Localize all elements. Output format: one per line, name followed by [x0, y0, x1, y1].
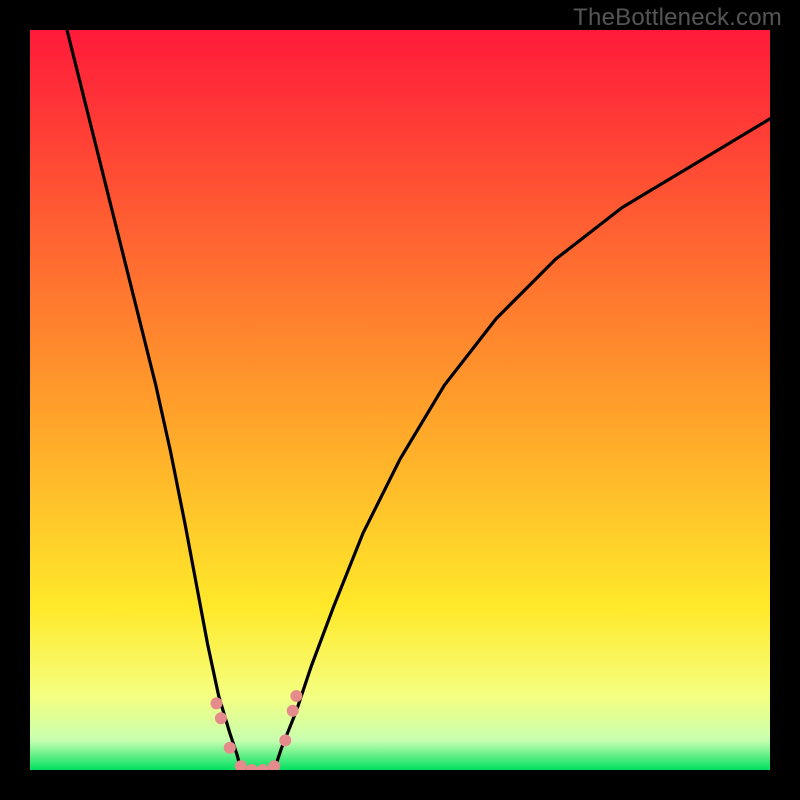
chart-background: [30, 30, 770, 770]
chart-plot: [30, 30, 770, 770]
figure-frame: TheBottleneck.com: [0, 0, 800, 800]
marker-8: [287, 705, 299, 717]
chart-svg: [30, 30, 770, 770]
marker-2: [224, 742, 236, 754]
marker-7: [279, 734, 291, 746]
watermark-text: TheBottleneck.com: [573, 4, 782, 32]
marker-9: [290, 690, 302, 702]
marker-0: [210, 697, 222, 709]
marker-1: [215, 712, 227, 724]
